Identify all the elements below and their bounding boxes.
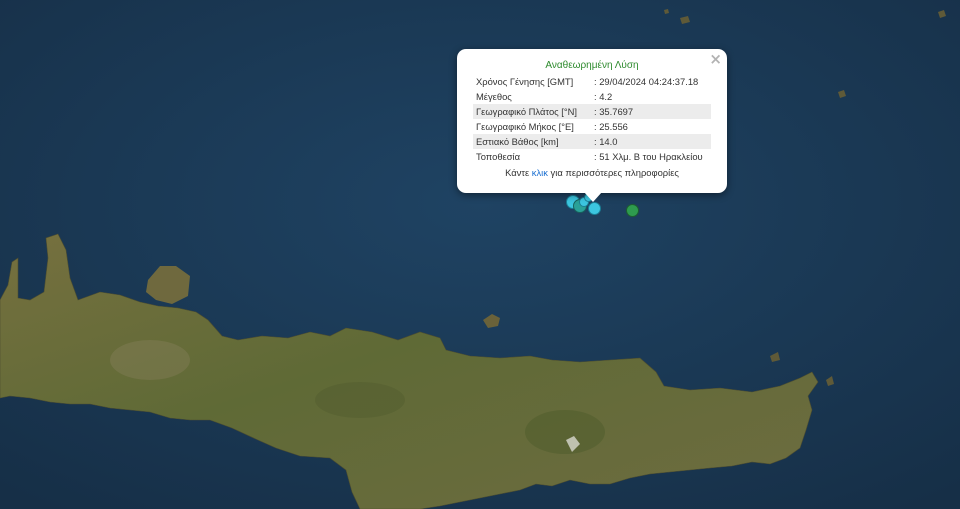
mountain-shade-west bbox=[110, 340, 190, 380]
more-info-line: Κάντε κλικ για περισσότερες πληροφορίες bbox=[473, 167, 711, 178]
popup-pointer bbox=[584, 192, 602, 202]
earthquake-marker[interactable] bbox=[588, 202, 601, 215]
row-value: : 14.0 bbox=[591, 134, 711, 149]
row-label: Εστιακό Βάθος [km] bbox=[473, 134, 591, 149]
row-label: Γεωγραφικό Μήκος [°E] bbox=[473, 119, 591, 134]
more-info-suffix: για περισσότερες πληροφορίες bbox=[547, 167, 679, 178]
row-label: Μέγεθος bbox=[473, 89, 591, 104]
table-row: Γεωγραφικό Μήκος [°E] : 25.556 bbox=[473, 119, 711, 134]
popup-title: Αναθεωρημένη Λύση bbox=[545, 60, 639, 71]
close-icon[interactable]: × bbox=[709, 51, 722, 67]
table-row: Εστιακό Βάθος [km] : 14.0 bbox=[473, 134, 711, 149]
earthquake-info-popup: × Αναθεωρημένη Λύση Χρόνος Γένησης [GMT]… bbox=[457, 49, 727, 193]
row-label: Γεωγραφικό Πλάτος [°N] bbox=[473, 104, 591, 119]
row-value: : 29/04/2024 04:24:37.18 bbox=[591, 74, 711, 89]
table-row: Γεωγραφικό Πλάτος [°N] : 35.7697 bbox=[473, 104, 711, 119]
map-view[interactable]: × Αναθεωρημένη Λύση Χρόνος Γένησης [GMT]… bbox=[0, 0, 960, 509]
row-label: Χρόνος Γένησης [GMT] bbox=[473, 74, 591, 89]
earthquake-details-table: Χρόνος Γένησης [GMT] : 29/04/2024 04:24:… bbox=[473, 74, 711, 164]
table-row: Τοποθεσία : 51 Χλμ. Β του Ηρακλείου bbox=[473, 149, 711, 164]
row-value: : 25.556 bbox=[591, 119, 711, 134]
row-value: : 4.2 bbox=[591, 89, 711, 104]
row-label: Τοποθεσία bbox=[473, 149, 591, 164]
more-info-link[interactable]: κλικ bbox=[532, 167, 548, 178]
mountain-shade-central bbox=[315, 382, 405, 418]
more-info-prefix: Κάντε bbox=[505, 167, 532, 178]
row-value: : 35.7697 bbox=[591, 104, 711, 119]
table-row: Χρόνος Γένησης [GMT] : 29/04/2024 04:24:… bbox=[473, 74, 711, 89]
row-value: : 51 Χλμ. Β του Ηρακλείου bbox=[591, 149, 711, 164]
mountain-shade-east bbox=[525, 410, 605, 454]
table-row: Μέγεθος : 4.2 bbox=[473, 89, 711, 104]
earthquake-marker[interactable] bbox=[626, 204, 639, 217]
